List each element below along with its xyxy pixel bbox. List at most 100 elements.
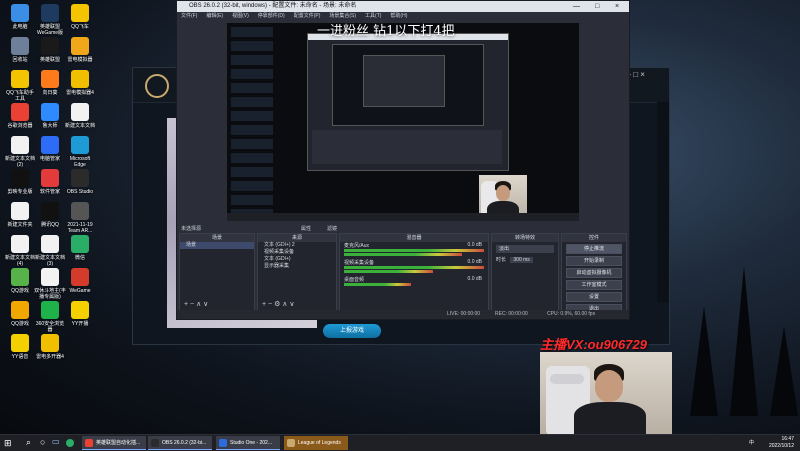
desktop-icon-label: 雷电模拟器4 (66, 90, 94, 96)
virtual-camera-button[interactable]: 启动虚拟摄像机 (566, 268, 622, 278)
desktop-icon-label: 新建文本文档 (64, 123, 95, 129)
app-icon (11, 169, 29, 187)
duration-field[interactable]: 300 ms (510, 257, 533, 263)
app-icon (41, 169, 59, 187)
desktop-icon[interactable]: 软件管家 (34, 169, 66, 195)
desktop-icon[interactable]: 2021-11-19 Team AR... (64, 202, 96, 234)
desktop-icon[interactable]: QQ飞车助手工具 (4, 70, 36, 102)
app-icon (41, 103, 59, 121)
nested-obs-window (307, 33, 509, 171)
desktop-icon[interactable]: 鲁大师 (34, 103, 66, 129)
rec-status: REC: 00:00:00 (495, 311, 528, 317)
scene-tools[interactable]: + − ∧ ∨ (184, 300, 208, 308)
desktop-icon[interactable]: 剪映专业版 (4, 169, 36, 195)
taskbar-app-button[interactable]: League of Legends (284, 436, 348, 450)
desktop-icon[interactable]: YY语音 (4, 334, 36, 360)
desktop-icon[interactable]: 新建文本文档(3) (34, 235, 66, 267)
obs-preview[interactable]: 一进粉丝 钻1以下打4把 (227, 23, 579, 221)
menu-item[interactable]: 配置文件(P) (294, 13, 321, 19)
desktop-icon[interactable]: 腾讯QQ (34, 202, 66, 228)
desktop-icon[interactable]: YY开播 (64, 301, 96, 327)
desktop-icon-label: 360安全浏览器 (35, 321, 65, 333)
mixer-header: 混音器 (340, 234, 488, 242)
sources-dock: 来源 文本 (GDI+) 2 视频采集设备 文本 (GDI+) 显示器采集 + … (257, 233, 337, 311)
source-item[interactable]: 文本 (GDI+) (258, 256, 336, 263)
desktop-icon[interactable]: WeGame (64, 268, 96, 294)
desktop-icon[interactable]: QQ游戏 (4, 301, 36, 327)
desktop-icon[interactable]: 双休斗地主(丰播专属版) (34, 268, 66, 300)
desktop-icon[interactable]: 雷电模拟器4 (64, 70, 96, 96)
mixer-channel-name: 视频采集设备 (344, 260, 375, 266)
tray-date: 2022/10/12 (768, 443, 794, 449)
minimize-icon[interactable]: — (573, 1, 580, 12)
menu-item[interactable]: 停靠部件(D) (258, 13, 285, 19)
desktop-icon[interactable]: 英雄联盟 WeGame版 (34, 4, 66, 36)
desktop-icon[interactable]: Microsoft Edge (64, 136, 96, 168)
menu-item[interactable]: 编辑(E) (206, 13, 223, 19)
taskbar-app-button[interactable]: OBS 26.0.2 (32-bi... (148, 436, 212, 450)
desktop-icon-label: QQ游戏 (11, 288, 29, 294)
desktop-icon[interactable]: 英雄联盟 (34, 37, 66, 63)
desktop-icon-label: QQ飞车 (71, 24, 89, 30)
app-icon (11, 4, 29, 22)
preview-taskbar (227, 213, 579, 221)
desktop-icon[interactable]: QQ游戏 (4, 268, 36, 294)
desktop-icon[interactable]: 360安全浏览器 (34, 301, 66, 333)
desktop-icon[interactable]: 新建文件夹 (4, 202, 36, 228)
tray-lang[interactable]: 中 (749, 439, 754, 446)
source-item[interactable]: 视频采集设备 (258, 249, 336, 256)
desktop-icon[interactable]: 回收站 (4, 37, 36, 63)
close-icon[interactable]: × (615, 1, 619, 12)
obs-window[interactable]: OBS 26.0.2 (32-bit, windows) - 配置文件: 未命名… (176, 0, 630, 320)
source-item[interactable]: 文本 (GDI+) 2 (258, 242, 336, 249)
app-icon (11, 268, 29, 286)
maximize-icon[interactable]: □ (595, 1, 599, 12)
desktop-icon[interactable]: 新建文本文档(2) (4, 136, 36, 168)
stop-streaming-button[interactable]: 停止推流 (566, 244, 622, 254)
desktop-icon[interactable]: 向日葵 (34, 70, 66, 96)
desktop-icon[interactable]: 新建文本文档 (64, 103, 96, 129)
start-icon[interactable]: ⊞ (4, 438, 12, 449)
desktop-icon[interactable]: OBS Studio (64, 169, 96, 195)
league-play-button[interactable]: 上报游戏 (323, 324, 381, 338)
transition-select[interactable]: 淡出 (496, 245, 554, 253)
desktop-icon[interactable]: 雷电模拟器 (64, 37, 96, 63)
mixer-channel-name: 桌面音频 (344, 277, 365, 283)
obs-menubar: 文件(F) 编辑(E) 视图(V) 停靠部件(D) 配置文件(P) 场景集合(S) 工具(T… (177, 12, 629, 21)
source-tools[interactable]: + − ⚙ ∧ ∨ (262, 300, 294, 308)
properties-button[interactable]: 属性 (301, 225, 311, 232)
menu-item[interactable]: 帮助(H) (390, 13, 407, 19)
source-item[interactable]: 显示器采集 (258, 263, 336, 270)
menu-item[interactable]: 文件(F) (181, 13, 197, 19)
cpu-status: CPU: 0.9%, 60.00 fps (547, 311, 596, 317)
studio-mode-button[interactable]: 工作室模式 (566, 280, 622, 290)
desktop-icon-label: QQ游戏 (11, 321, 29, 327)
settings-button[interactable]: 设置 (566, 292, 622, 302)
taskbar-app-button[interactable]: Studio One - 202... (216, 436, 280, 450)
desktop-icon[interactable]: QQ飞车 (64, 4, 96, 30)
menu-item[interactable]: 工具(T) (365, 13, 381, 19)
desktop-icon[interactable]: 电脑管家 (34, 136, 66, 162)
nested-obs-preview (332, 44, 484, 126)
menu-item[interactable]: 视图(V) (232, 13, 249, 19)
sources-header: 来源 (258, 234, 336, 242)
desktop-icon-label: 微信 (74, 255, 85, 261)
taskbar-app-icon[interactable] (66, 439, 74, 447)
desktop-icon[interactable]: 雷电多开器4 (34, 334, 66, 360)
search-icon[interactable]: ⌕ (26, 437, 31, 448)
desktop-icon-label: 雷电模拟器 (67, 57, 93, 63)
filters-button[interactable]: 滤镜 (327, 225, 337, 232)
start-recording-button[interactable]: 开始录制 (566, 256, 622, 266)
menu-item[interactable]: 场景集合(S) (329, 13, 356, 19)
cortana-icon[interactable]: ○ (40, 437, 45, 447)
scene-item[interactable]: 场景 (180, 242, 254, 249)
desktop-icon[interactable]: 微信 (64, 235, 96, 261)
desktop-icon[interactable]: 新建文本文档(4) (4, 235, 36, 267)
desktop-icon[interactable]: 此电脑 (4, 4, 36, 30)
app-icon (11, 202, 29, 220)
task-view-icon[interactable]: ▭ (52, 437, 60, 446)
desktop-icon[interactable]: 谷歌浏览器 (4, 103, 36, 129)
taskbar-app-button[interactable]: 英雄联盟自动化插... (82, 436, 146, 450)
app-icon (41, 70, 59, 88)
mixer-dock: 混音器 麦克风/Aux 0.0 dB 视频采集设备 0.0 dB 桌面音频 0.… (339, 233, 489, 311)
